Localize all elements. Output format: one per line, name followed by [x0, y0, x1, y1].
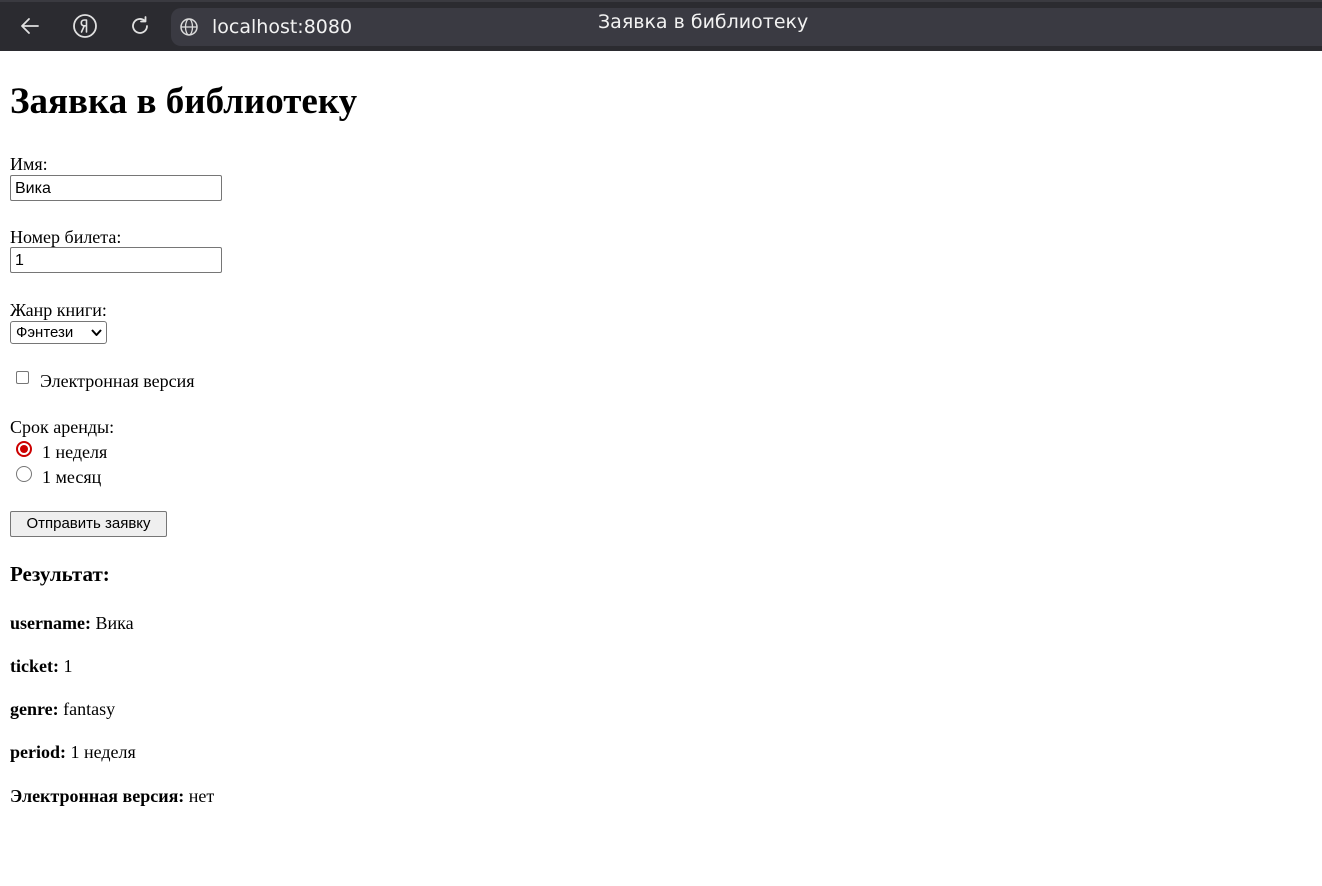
name-label: Имя: — [10, 154, 48, 174]
result-value: нет — [188, 786, 215, 806]
result-value: Вика — [95, 613, 134, 633]
period-radio-month[interactable] — [16, 466, 32, 482]
result-heading: Результат: — [10, 562, 110, 586]
result-key: period: — [10, 742, 66, 762]
reload-button[interactable] — [125, 11, 155, 41]
result-key: ticket: — [10, 656, 59, 676]
yandex-logo-icon — [73, 14, 97, 38]
ebook-label[interactable]: Электронная версия — [40, 371, 195, 391]
url-text[interactable]: localhost:8080 — [212, 16, 352, 38]
name-field[interactable] — [10, 175, 222, 201]
result-key: genre: — [10, 699, 59, 719]
result-value: fantasy — [63, 699, 116, 719]
result-row-ticket: ticket: 1 — [10, 656, 72, 676]
result-row-genre: genre: fantasy — [10, 699, 115, 719]
period-label: Срок аренды: — [10, 417, 115, 437]
submit-button[interactable]: Отправить заявку — [10, 511, 167, 537]
reload-icon — [132, 16, 148, 34]
page-title: Заявка в библиотеку — [10, 81, 358, 122]
back-arrow-icon — [21, 18, 39, 34]
ebook-checkbox[interactable] — [16, 371, 29, 384]
result-row-ebook: Электронная версия: нет — [10, 786, 214, 806]
result-row-username: username: Вика — [10, 613, 134, 633]
yandex-home-button[interactable] — [70, 11, 100, 41]
back-button[interactable] — [15, 11, 45, 41]
result-value: 1 — [63, 656, 73, 676]
globe-icon — [180, 18, 198, 36]
tab-title: Заявка в библиотеку — [598, 11, 809, 33]
ticket-field[interactable] — [10, 247, 222, 273]
genre-label: Жанр книги: — [10, 300, 107, 320]
result-row-period: period: 1 неделя — [10, 742, 136, 762]
select-chevron-icon — [91, 329, 102, 336]
genre-selected-value: Фэнтези — [16, 324, 74, 341]
ticket-label: Номер билета: — [10, 227, 122, 247]
period-radio-week[interactable] — [16, 441, 32, 457]
result-key: username: — [10, 613, 91, 633]
genre-select[interactable]: Фэнтези — [10, 321, 107, 344]
browser-toolbar: localhost:8080 Заявка в библиотеку — [0, 0, 1322, 51]
result-value: 1 неделя — [70, 742, 136, 762]
period-option-week[interactable]: 1 неделя — [42, 442, 107, 462]
period-option-month[interactable]: 1 месяц — [42, 467, 101, 487]
result-key: Электронная версия: — [10, 786, 185, 806]
